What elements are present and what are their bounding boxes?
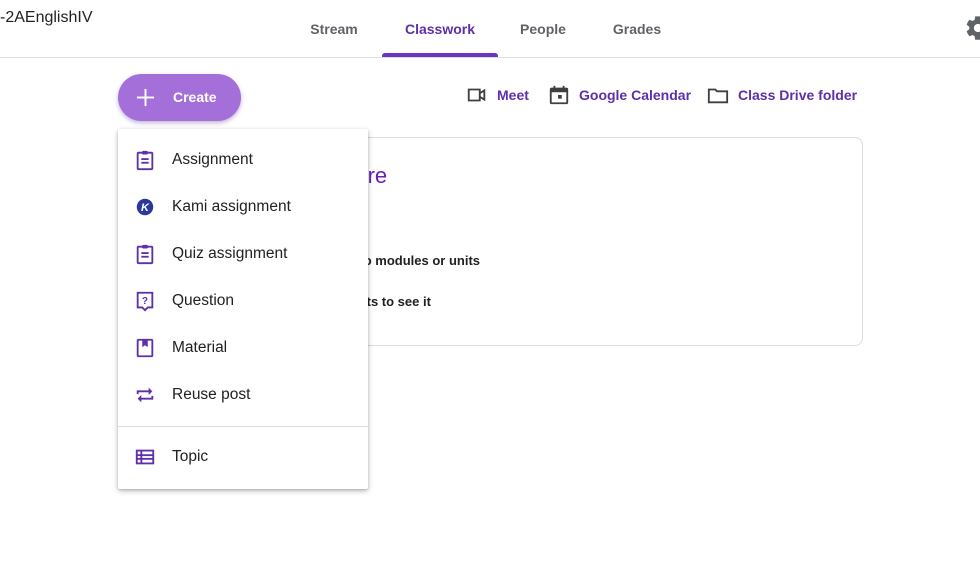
tab-label: People xyxy=(520,20,566,37)
tab-label: Classwork xyxy=(404,20,476,37)
menu-item-label: Assignment xyxy=(172,151,253,168)
reuse-icon xyxy=(136,387,154,403)
class-title: -2AEnglishIV xyxy=(0,9,93,26)
classwork-info-card: ss here tions ork into modules or units … xyxy=(300,137,863,346)
google-calendar-link-label: Google Calendar xyxy=(579,87,692,103)
svg-text:?: ? xyxy=(142,296,148,307)
folder-icon xyxy=(707,88,729,104)
meet-link-label: Meet xyxy=(497,87,529,103)
menu-item-kami-assignment[interactable]: K Kami assignment xyxy=(118,184,368,231)
menu-item-label: Question xyxy=(172,292,235,309)
assignment-icon xyxy=(136,150,154,171)
google-calendar-link[interactable]: Google Calendar xyxy=(548,84,691,106)
create-button[interactable]: Create xyxy=(118,74,241,121)
create-menu: Assignment K Kami assignment Quiz assign… xyxy=(118,129,368,489)
tab-grades[interactable]: Grades xyxy=(602,0,672,57)
classroom-page: -2AEnglishIV Stream Classwork People Gra… xyxy=(0,0,980,572)
quiz-assignment-icon xyxy=(136,244,154,265)
menu-item-material[interactable]: Material xyxy=(118,325,368,372)
menu-divider xyxy=(118,426,368,427)
question-icon: ? xyxy=(136,291,154,312)
topic-icon xyxy=(135,449,155,465)
gear-icon[interactable] xyxy=(964,14,980,42)
tab-label: Grades xyxy=(612,20,662,37)
calendar-icon xyxy=(549,85,569,105)
kami-icon: K xyxy=(136,198,154,216)
active-tab-indicator xyxy=(382,53,498,57)
tab-stream[interactable]: Stream xyxy=(300,0,368,57)
menu-item-question[interactable]: ? Question xyxy=(118,278,368,325)
video-camera-icon xyxy=(467,88,486,102)
menu-item-label: Material xyxy=(172,339,228,356)
menu-item-label: Kami assignment xyxy=(172,198,291,215)
plus-icon xyxy=(136,88,155,107)
create-button-label: Create xyxy=(173,89,217,105)
class-drive-folder-link[interactable]: Class Drive folder xyxy=(707,84,857,106)
class-drive-folder-link-label: Class Drive folder xyxy=(738,87,858,103)
tab-classwork[interactable]: Classwork xyxy=(382,0,498,57)
tab-label: Stream xyxy=(310,20,358,37)
menu-item-assignment[interactable]: Assignment xyxy=(118,137,368,184)
material-icon xyxy=(136,338,154,358)
menu-item-reuse-post[interactable]: Reuse post xyxy=(118,372,368,419)
menu-item-topic[interactable]: Topic xyxy=(118,434,368,481)
menu-item-label: Quiz assignment xyxy=(172,245,288,262)
menu-item-label: Reuse post xyxy=(172,386,251,403)
menu-item-quiz-assignment[interactable]: Quiz assignment xyxy=(118,231,368,278)
menu-item-label: Topic xyxy=(172,448,209,465)
svg-text:K: K xyxy=(141,202,150,214)
meet-link[interactable]: Meet xyxy=(466,84,529,106)
tab-people[interactable]: People xyxy=(510,0,576,57)
top-bar: -2AEnglishIV Stream Classwork People Gra… xyxy=(0,0,980,58)
